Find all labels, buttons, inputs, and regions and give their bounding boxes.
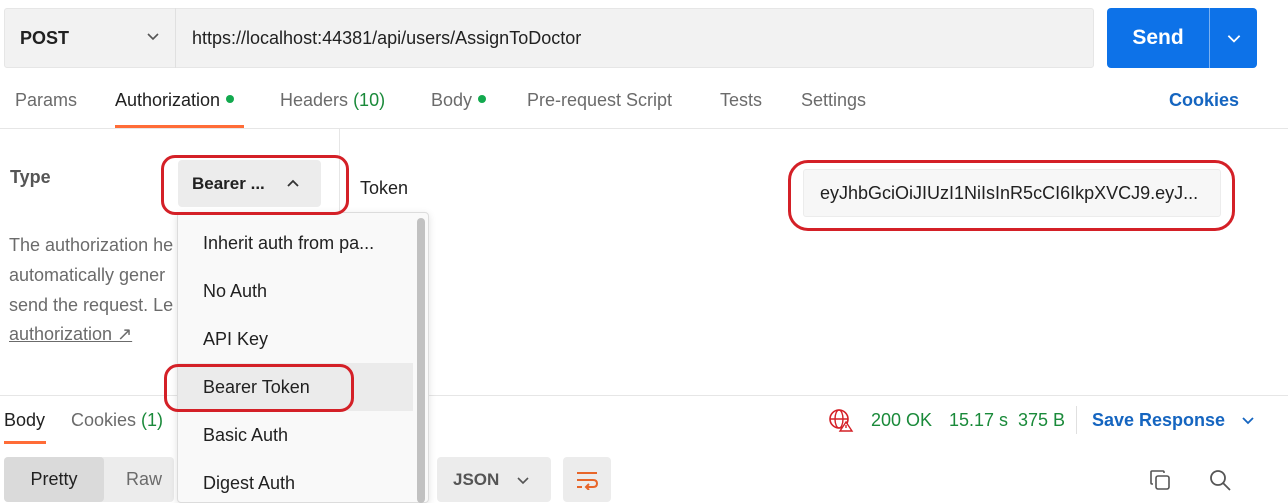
tab-label: Settings	[801, 90, 867, 110]
tab-params[interactable]: Params	[15, 90, 77, 118]
wrap-lines-button[interactable]	[563, 457, 611, 502]
annotation-ring-bearer-token	[164, 364, 354, 412]
menu-item-no-auth[interactable]: No Auth	[178, 267, 413, 315]
token-label: Token	[360, 178, 409, 198]
send-button[interactable]: Send	[1107, 8, 1209, 68]
copy-button[interactable]	[1140, 460, 1180, 500]
tab-settings[interactable]: Settings	[801, 90, 866, 118]
auth-description-line: automatically gener	[9, 265, 166, 285]
tab-count: (10)	[353, 90, 386, 110]
status-dot	[478, 95, 487, 104]
method-label: POST	[20, 27, 70, 48]
url-input[interactable]: https://localhost:44381/api/users/Assign…	[192, 8, 581, 68]
tab-label: Body	[4, 410, 46, 430]
menu-item-api-key[interactable]: API Key	[178, 315, 413, 363]
wrap-lines-icon	[577, 471, 599, 490]
status-dot	[226, 95, 235, 104]
menu-item-basic-auth[interactable]: Basic Auth	[178, 411, 413, 459]
search-button[interactable]	[1200, 460, 1240, 500]
tab-tests[interactable]: Tests	[720, 90, 762, 118]
send-options-button[interactable]	[1210, 8, 1257, 68]
chevron-down-icon	[517, 477, 529, 485]
tabs-divider	[0, 128, 1288, 129]
menu-item-inherit-auth[interactable]: Inherit auth from pa...	[178, 219, 413, 267]
response-size: 375 B	[1018, 410, 1066, 430]
copy-icon	[1150, 470, 1170, 490]
tab-label: Tests	[720, 90, 763, 110]
annotation-ring-token	[788, 160, 1235, 231]
save-response-label: Save Response	[1092, 410, 1226, 430]
response-time: 15.17 s	[949, 410, 1009, 430]
tab-authorization[interactable]: Authorization	[115, 90, 235, 118]
response-tab-cookies[interactable]: Cookies (1)	[71, 410, 163, 431]
format-value: JSON	[453, 469, 500, 489]
menu-scrollbar[interactable]	[417, 218, 425, 503]
format-select[interactable]: JSON	[437, 457, 551, 502]
auth-description-line: send the request. Le	[9, 295, 174, 315]
learn-more-link[interactable]: authorization ↗	[9, 324, 132, 345]
menu-item-digest-auth[interactable]: Digest Auth	[178, 459, 413, 503]
response-tab-body[interactable]: Body	[4, 410, 45, 431]
globe-warning-icon[interactable]	[828, 408, 854, 432]
tab-body[interactable]: Body	[431, 90, 487, 118]
status-separator	[1076, 406, 1077, 434]
tab-headers[interactable]: Headers (10)	[280, 90, 385, 118]
tab-label: Headers	[280, 90, 349, 110]
view-raw-button[interactable]: Raw	[104, 457, 184, 502]
chevron-down-icon	[147, 33, 159, 41]
auth-type-label: Type	[10, 167, 51, 187]
chevron-down-icon	[1242, 417, 1254, 425]
view-pretty-button[interactable]: Pretty	[4, 457, 104, 502]
auth-description-line: The authorization he	[9, 235, 174, 255]
tab-label: Pre-request Script	[527, 90, 673, 110]
tab-label: Cookies	[71, 410, 137, 430]
status-code: 200 OK	[871, 410, 933, 430]
search-icon	[1210, 470, 1231, 491]
save-response-button[interactable]: Save Response	[1092, 410, 1256, 431]
method-select[interactable]: POST	[4, 8, 176, 68]
active-response-tab-indicator	[4, 441, 46, 444]
tab-count: (1)	[141, 410, 164, 430]
annotation-ring-type-select	[161, 155, 349, 215]
tab-label: Body	[431, 90, 473, 110]
chevron-down-icon	[1227, 35, 1240, 43]
cookies-link[interactable]: Cookies	[1169, 90, 1239, 111]
tab-pre-request-script[interactable]: Pre-request Script	[527, 90, 672, 118]
tab-label: Params	[15, 90, 78, 110]
tab-label: Authorization	[115, 90, 221, 110]
